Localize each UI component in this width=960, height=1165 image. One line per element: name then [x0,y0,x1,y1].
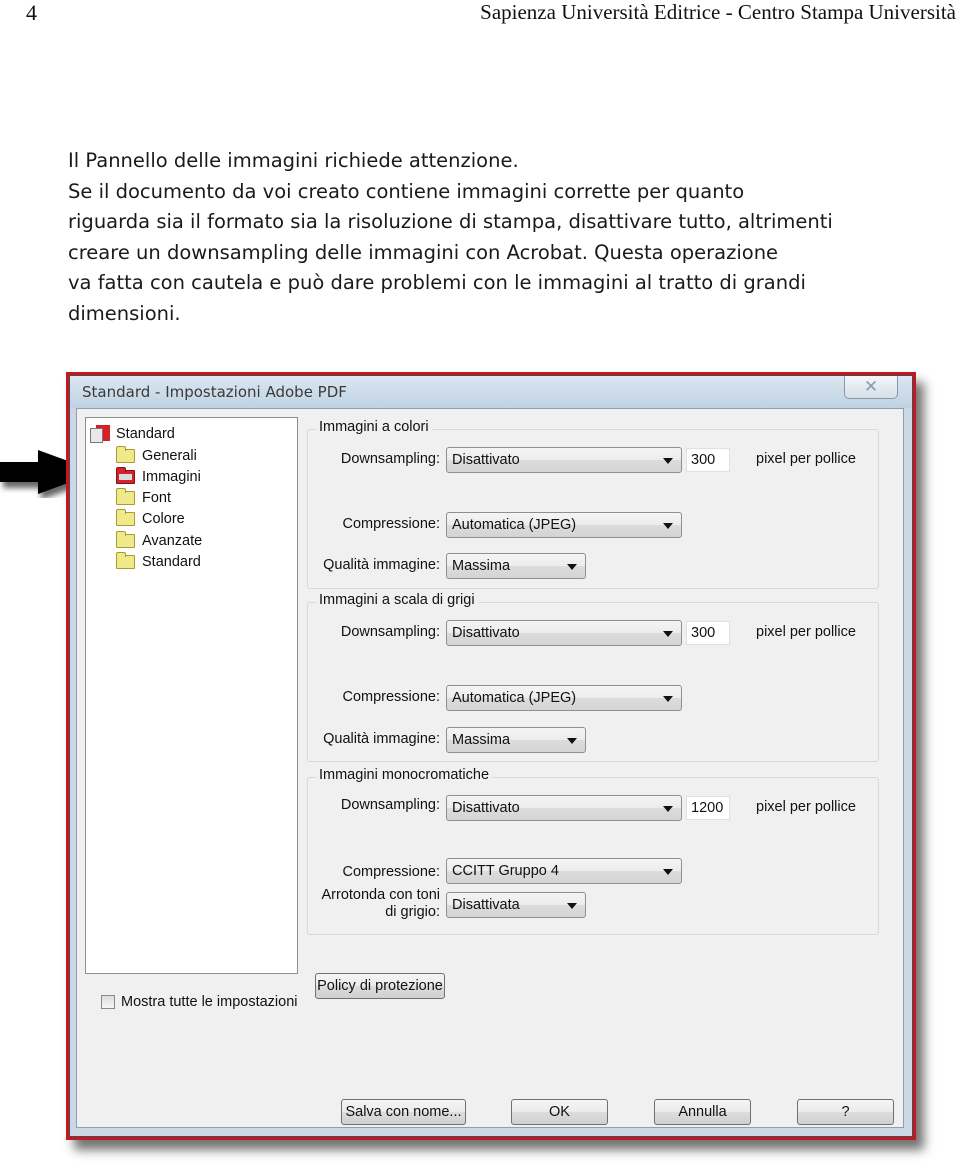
downsampling-value: Disattivato [452,452,520,468]
antialias-label-line1: Arrotonda con toni [321,887,441,903]
adobe-pdf-settings-dialog: Standard - Impostazioni Adobe PDF ✕ Stan… [69,375,913,1137]
resolution-input[interactable]: 300 [686,621,730,645]
antialias-label: Arrotonda con toni di grigio: [322,887,441,921]
downsampling-label: Downsampling: [340,624,440,640]
downsampling-select[interactable]: Disattivato [446,795,682,821]
body-paragraph: Il Pannello delle immagini richiede atte… [68,146,948,329]
chevron-down-icon [663,458,673,464]
chevron-down-icon [663,631,673,637]
page-number: 4 [26,0,37,25]
compression-select[interactable]: CCITT Gruppo 4 [446,858,682,884]
security-policy-button[interactable]: Policy di protezione [315,973,445,999]
quality-label: Qualità immagine: [323,731,440,747]
folder-icon [116,552,135,569]
compression-label: Compressione: [342,864,440,880]
save-as-button[interactable]: Salva con nome... [341,1099,466,1125]
chevron-down-icon [663,806,673,812]
body-line: dimensioni. [68,301,181,325]
chevron-down-icon [567,738,577,744]
group-monochrome-images: Immagini monocromatiche Downsampling: Di… [307,767,879,935]
compression-label: Compressione: [342,516,440,532]
tree-item-colore[interactable]: Colore [116,509,185,529]
screenshot-frame: Standard - Impostazioni Adobe PDF ✕ Stan… [66,372,916,1140]
ok-button[interactable]: OK [511,1099,608,1125]
compression-value: CCITT Gruppo 4 [452,863,559,879]
downsampling-value: Disattivato [452,625,520,641]
downsampling-select[interactable]: Disattivato [446,447,682,473]
downsampling-label: Downsampling: [340,797,440,813]
quality-label: Qualità immagine: [323,557,440,573]
group-title: Immagini a colori [316,419,432,435]
resolution-input[interactable]: 300 [686,448,730,472]
dialog-body: Standard Generali Immagini Font Colore A… [76,408,904,1128]
tree-item-immagini[interactable]: Immagini [116,467,201,487]
tree-item-font[interactable]: Font [116,488,171,508]
quality-value: Massima [452,732,511,748]
group-title: Immagini monocromatiche [316,767,493,783]
downsampling-value: Disattivato [452,800,520,816]
antialias-label-line2: di grigio: [385,904,440,920]
pdf-settings-icon [90,425,110,443]
help-button[interactable]: ? [797,1099,894,1125]
tree-item-label: Immagini [142,469,201,485]
tree-item-label: Standard [142,554,201,570]
title-bar: Standard - Impostazioni Adobe PDF ✕ [70,376,912,408]
quality-value: Massima [452,558,511,574]
chevron-down-icon [663,696,673,702]
folder-open-icon [116,467,135,484]
dialog-title: Standard - Impostazioni Adobe PDF [82,383,347,401]
compression-value: Automatica (JPEG) [452,517,577,533]
folder-icon [116,509,135,526]
quality-select[interactable]: Massima [446,727,586,753]
tree-item-standard-root[interactable]: Standard [90,424,175,444]
chevron-down-icon [663,523,673,529]
resolution-input[interactable]: 1200 [686,796,730,820]
running-head: Sapienza Università Editrice - Centro St… [480,0,956,24]
tree-item-label: Standard [116,426,175,442]
compression-select[interactable]: Automatica (JPEG) [446,685,682,711]
compression-value: Automatica (JPEG) [452,690,577,706]
downsampling-label: Downsampling: [340,451,440,467]
downsampling-select[interactable]: Disattivato [446,620,682,646]
chevron-down-icon [567,903,577,909]
group-title: Immagini a scala di grigi [316,592,478,608]
quality-select[interactable]: Massima [446,553,586,579]
tree-item-label: Generali [142,448,197,464]
show-all-settings-checkbox[interactable] [101,995,115,1009]
tree-item-label: Font [142,490,172,506]
body-line: creare un downsampling delle immagini co… [68,240,779,264]
group-color-images: Immagini a colori Downsampling: Disattiv… [307,419,879,589]
antialias-value: Disattivata [452,897,520,913]
body-line: va fatta con cautela e può dare problemi… [68,271,806,294]
group-grayscale-images: Immagini a scala di grigi Downsampling: … [307,592,879,762]
chevron-down-icon [567,564,577,570]
compression-label: Compressione: [342,689,440,705]
folder-icon [116,446,135,463]
folder-icon [116,531,135,548]
unit-label: pixel per pollice [756,624,856,640]
compression-select[interactable]: Automatica (JPEG) [446,512,682,538]
tree-item-standard[interactable]: Standard [116,552,201,572]
close-icon: ✕ [863,377,879,397]
body-line: Il Pannello delle immagini richiede atte… [68,149,519,172]
tree-item-avanzate[interactable]: Avanzate [116,531,202,551]
cancel-button[interactable]: Annulla [654,1099,751,1125]
settings-tree[interactable]: Standard Generali Immagini Font Colore A… [85,417,298,974]
antialias-select[interactable]: Disattivata [446,892,586,918]
body-line: riguarda sia il formato sia la risoluzio… [68,210,833,233]
folder-icon [116,488,135,505]
body-line: Se il documento da voi creato contiene i… [68,179,745,203]
tree-item-generali[interactable]: Generali [116,446,197,466]
tree-item-label: Colore [142,511,185,527]
close-button[interactable]: ✕ [844,376,898,399]
unit-label: pixel per pollice [756,799,856,815]
unit-label: pixel per pollice [756,451,856,467]
show-all-settings-label: Mostra tutte le impostazioni [121,994,298,1010]
tree-item-label: Avanzate [142,533,203,549]
chevron-down-icon [663,869,673,875]
